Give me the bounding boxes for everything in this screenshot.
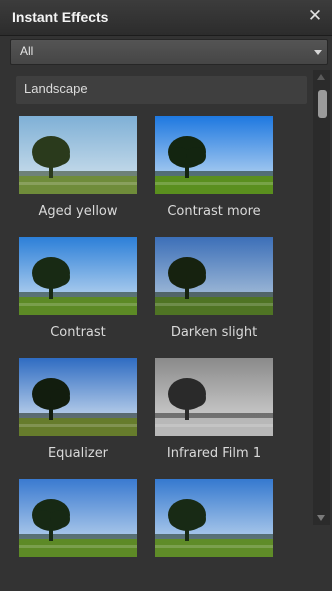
effect-label: Equalizer <box>47 446 109 461</box>
chevron-down-icon <box>314 50 322 55</box>
effect-label: Aged yellow <box>38 204 118 219</box>
effect-thumbnail <box>19 116 137 194</box>
effect-item-equalizer[interactable]: Equalizer <box>19 358 159 470</box>
effect-item-contrast[interactable]: Contrast <box>19 237 159 349</box>
effect-item-contrast-more[interactable]: Contrast more <box>155 116 295 228</box>
panel-titlebar: Instant Effects ✕ <box>0 0 332 36</box>
effect-item[interactable] <box>19 479 159 591</box>
effect-thumbnail <box>155 116 273 194</box>
effect-item-darken-slight[interactable]: Darken slight <box>155 237 295 349</box>
scroll-up-arrow-icon[interactable] <box>317 74 325 80</box>
effect-label: Contrast <box>50 325 106 340</box>
effect-label: Contrast more <box>167 204 261 219</box>
effects-filter-dropdown[interactable]: All <box>10 39 328 65</box>
effect-item-infrared-film-1[interactable]: Infrared Film 1 <box>155 358 295 470</box>
effect-thumbnail <box>155 237 273 315</box>
effect-label: Darken slight <box>170 325 258 340</box>
vertical-scrollbar[interactable] <box>313 70 330 525</box>
effect-thumbnail <box>19 237 137 315</box>
close-icon[interactable]: ✕ <box>306 6 324 26</box>
effect-item[interactable] <box>155 479 295 591</box>
panel-title: Instant Effects <box>12 9 109 25</box>
effect-thumbnail <box>155 358 273 436</box>
effect-thumbnail <box>155 479 273 557</box>
scroll-down-arrow-icon[interactable] <box>317 515 325 521</box>
effect-item-aged-yellow[interactable]: Aged yellow <box>19 116 159 228</box>
category-label: Landscape <box>24 81 88 96</box>
category-header-landscape[interactable]: Landscape <box>16 76 307 104</box>
filter-selected-value: All <box>20 44 34 58</box>
scroll-thumb[interactable] <box>318 90 327 118</box>
effect-thumbnail <box>19 358 137 436</box>
effect-thumbnail <box>19 479 137 557</box>
effect-label: Infrared Film 1 <box>166 446 262 461</box>
